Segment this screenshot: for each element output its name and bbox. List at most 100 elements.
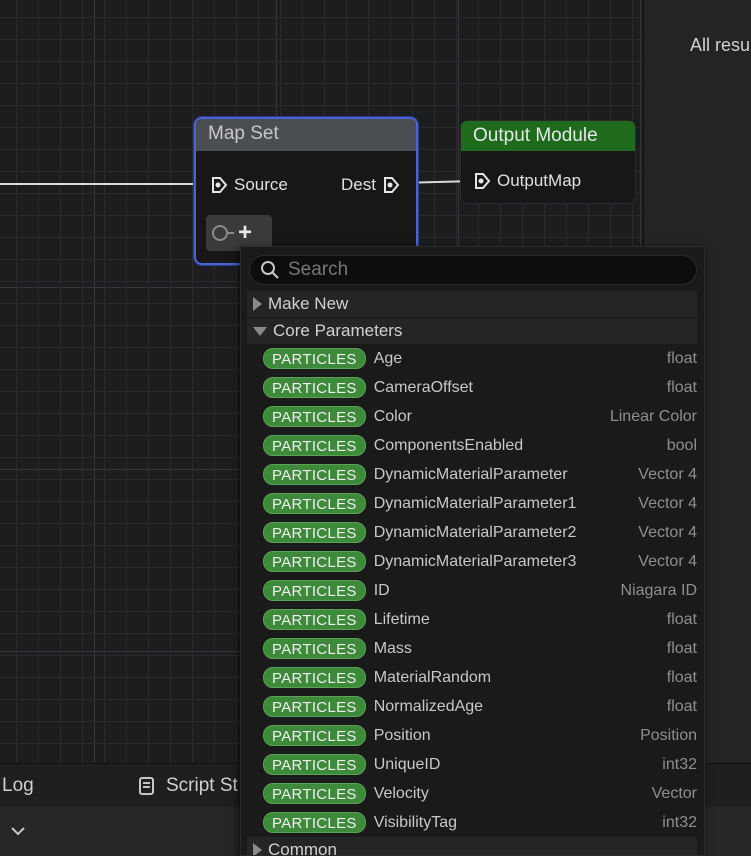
tab-log[interactable]: Log: [2, 775, 34, 797]
parameter-name: DynamicMaterialParameter: [373, 465, 568, 483]
exec-pin-icon: [212, 177, 228, 193]
parameter-name: VisibilityTag: [373, 813, 457, 831]
parameter-name: Color: [373, 407, 412, 425]
parameter-name: Lifetime: [373, 610, 430, 628]
namespace-badge: PARTICLES: [263, 667, 366, 688]
parameter-name: Position: [373, 726, 431, 744]
parameter-type: Vector 4: [638, 523, 697, 541]
parameter-name: NormalizedAge: [373, 697, 484, 715]
parameter-name: Age: [373, 349, 403, 367]
list-item[interactable]: PARTICLES VisibilityTag int32: [263, 808, 697, 837]
chevron-down-icon[interactable]: [10, 825, 26, 837]
parameter-name: DynamicMaterialParameter2: [373, 523, 577, 541]
search-input[interactable]: [288, 259, 668, 281]
parameter-type: Linear Color: [609, 407, 697, 425]
parameter-name: UniqueID: [373, 755, 441, 773]
namespace-badge: PARTICLES: [263, 580, 366, 601]
namespace-badge: PARTICLES: [263, 812, 366, 833]
results-message: All resu: [690, 35, 751, 55]
namespace-badge: PARTICLES: [263, 609, 366, 630]
parameter-name: ID: [373, 581, 390, 599]
exec-pin-icon: [475, 173, 491, 189]
dest-pin[interactable]: Dest: [341, 175, 400, 195]
list-item[interactable]: PARTICLES MaterialRandom float: [263, 663, 697, 692]
namespace-badge: PARTICLES: [263, 754, 366, 775]
parameter-type: Vector 4: [638, 465, 697, 483]
plus-icon: +: [238, 219, 253, 246]
parameter-type: float: [666, 610, 697, 628]
namespace-badge: PARTICLES: [263, 725, 366, 746]
tab-script-stats[interactable]: Script St: [136, 775, 238, 797]
category-label: Core Parameters: [273, 321, 403, 340]
list-item[interactable]: PARTICLES DynamicMaterialParameter1 Vector…: [263, 489, 697, 518]
category-label: Common: [268, 840, 337, 856]
parameter-name: ComponentsEnabled: [373, 436, 524, 454]
list-item[interactable]: PARTICLES NormalizedAge float: [263, 692, 697, 721]
list-item[interactable]: PARTICLES ComponentsEnabled bool: [263, 431, 697, 460]
parameter-type: Vector 4: [638, 552, 697, 570]
category-core-parameters[interactable]: Core Parameters: [247, 318, 697, 344]
source-pin[interactable]: Source: [210, 175, 288, 195]
list-item[interactable]: PARTICLES CameraOffset float: [263, 373, 697, 402]
parameter-name: DynamicMaterialParameter1: [373, 494, 577, 512]
namespace-badge: PARTICLES: [263, 406, 366, 427]
category-common[interactable]: Common: [247, 837, 697, 856]
list-item[interactable]: PARTICLES Color Linear Color: [263, 402, 697, 431]
namespace-badge: PARTICLES: [263, 377, 366, 398]
parameter-type: bool: [666, 436, 697, 454]
list-item[interactable]: PARTICLES Mass float: [263, 634, 697, 663]
action-menu: Make New Core Parameters PARTICLES Age flo…: [240, 246, 705, 856]
script-icon: [139, 777, 154, 795]
parameter-type: float: [666, 349, 697, 367]
dest-pin-label: Dest: [341, 175, 376, 194]
list-item[interactable]: PARTICLES Velocity Vector: [263, 779, 697, 808]
output-map-pin[interactable]: OutputMap: [473, 171, 581, 191]
map-set-title: Map Set: [196, 119, 416, 151]
list-item[interactable]: PARTICLES DynamicMaterialParameter2 Vector…: [263, 518, 697, 547]
list-item[interactable]: PARTICLES ID Niagara ID: [263, 576, 697, 605]
output-module-title: Output Module: [461, 121, 635, 151]
parameter-type: int32: [662, 755, 697, 773]
list-item[interactable]: PARTICLES Age float: [263, 344, 697, 373]
namespace-badge: PARTICLES: [263, 696, 366, 717]
namespace-badge: PARTICLES: [263, 638, 366, 659]
source-pin-label: Source: [234, 175, 288, 194]
namespace-badge: PARTICLES: [263, 783, 366, 804]
parameter-name: DynamicMaterialParameter3: [373, 552, 577, 570]
list-item[interactable]: PARTICLES DynamicMaterialParameter Vector …: [263, 460, 697, 489]
list-item[interactable]: PARTICLES Position Position: [263, 721, 697, 750]
namespace-badge: PARTICLES: [263, 522, 366, 543]
category-label: Make New: [268, 294, 349, 313]
map-set-node[interactable]: Map Set Source Dest +: [194, 117, 418, 265]
search-box[interactable]: [249, 255, 697, 285]
output-module-node[interactable]: Output Module OutputMap: [460, 120, 636, 204]
namespace-badge: PARTICLES: [263, 435, 366, 456]
namespace-badge: PARTICLES: [263, 551, 366, 572]
parameter-name: Mass: [373, 639, 412, 657]
source-wire: [0, 183, 200, 185]
list-item[interactable]: PARTICLES UniqueID int32: [263, 750, 697, 779]
namespace-badge: PARTICLES: [263, 464, 366, 485]
collapse-arrow-icon: [253, 326, 267, 336]
output-map-label: OutputMap: [497, 171, 582, 190]
namespace-badge: PARTICLES: [263, 493, 366, 514]
parameter-type: Vector 4: [638, 494, 697, 512]
tab-log-label: Log: [2, 775, 34, 796]
parameter-type: Vector: [651, 784, 697, 802]
parameter-name: CameraOffset: [373, 378, 473, 396]
category-make-new[interactable]: Make New: [247, 291, 697, 317]
search-icon: [261, 261, 279, 279]
expand-arrow-icon: [253, 843, 262, 855]
namespace-badge: PARTICLES: [263, 348, 366, 369]
parameter-type: float: [666, 378, 697, 396]
expand-arrow-icon: [253, 297, 262, 311]
parameter-type: float: [666, 697, 697, 715]
parameter-name: MaterialRandom: [373, 668, 492, 686]
list-item[interactable]: PARTICLES DynamicMaterialParameter3 Vector…: [263, 547, 697, 576]
parameter-type: Niagara ID: [620, 581, 697, 599]
list-item[interactable]: PARTICLES Lifetime float: [263, 605, 697, 634]
parameter-type: float: [666, 668, 697, 686]
parameter-type: Position: [640, 726, 697, 744]
parameter-type: int32: [662, 813, 697, 831]
tab-script-stats-label: Script St: [166, 775, 238, 796]
